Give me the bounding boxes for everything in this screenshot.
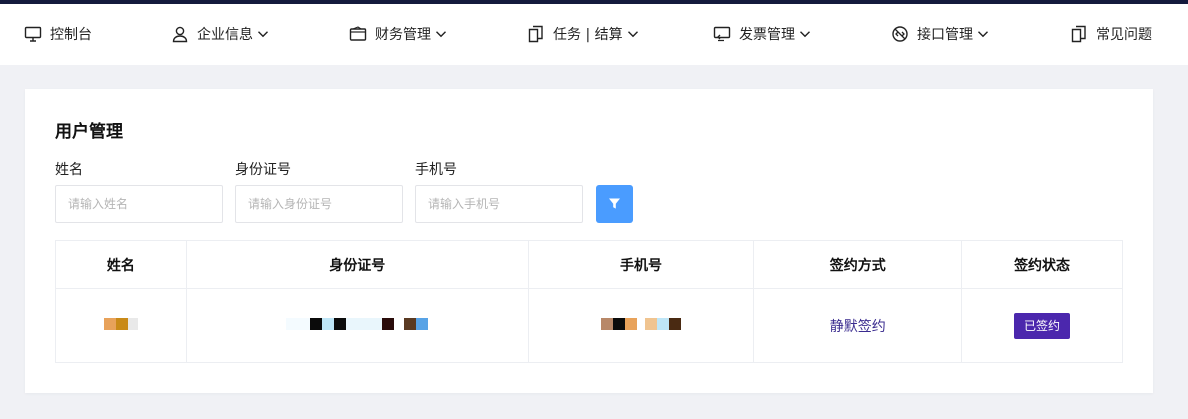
cell-sign-status: 已签约 xyxy=(961,288,1123,363)
chevron-down-icon xyxy=(435,28,447,40)
document-icon xyxy=(527,25,545,43)
faq-icon xyxy=(1070,25,1088,43)
user-icon xyxy=(171,25,189,43)
user-management-card: 用户管理 姓名 身份证号 手机号 姓名 身份证号 手机号 签约方式 签约状态 xyxy=(25,89,1153,393)
chevron-down-icon xyxy=(799,28,811,40)
table-header-row: 姓名 身份证号 手机号 签约方式 签约状态 xyxy=(55,240,1123,289)
nav-item-label: 任务 | 结算 xyxy=(553,27,623,43)
user-table: 姓名 身份证号 手机号 签约方式 签约状态 静默签约 已签约 xyxy=(55,240,1123,363)
phone-filter-label: 手机号 xyxy=(415,162,457,178)
nav-item-faq[interactable]: 常见问题 xyxy=(1070,21,1152,47)
top-navigation: 控制台 企业信息 财务管理 任务 | 结算 发票管理 接口管理 常见问题 xyxy=(0,4,1188,65)
nav-item-finance[interactable]: 财务管理 xyxy=(349,21,447,47)
col-header-sign-status: 签约状态 xyxy=(961,240,1123,289)
page-title: 用户管理 xyxy=(55,122,123,142)
nav-item-label: 财务管理 xyxy=(375,27,431,43)
nav-item-api[interactable]: 接口管理 xyxy=(891,21,989,47)
chevron-down-icon xyxy=(257,28,269,40)
nav-item-label: 接口管理 xyxy=(917,27,973,43)
nav-item-label: 企业信息 xyxy=(197,27,253,43)
col-header-sign-method: 签约方式 xyxy=(753,240,963,289)
chevron-down-icon xyxy=(627,28,639,40)
redacted-name xyxy=(103,317,138,330)
id-number-input[interactable] xyxy=(235,185,403,223)
nav-item-tasks[interactable]: 任务 | 结算 xyxy=(527,21,639,47)
redacted-id-number xyxy=(286,317,429,330)
nav-item-console[interactable]: 控制台 xyxy=(24,21,92,47)
status-badge: 已签约 xyxy=(1014,312,1071,339)
table-row: 静默签约 已签约 xyxy=(55,288,1123,363)
nav-item-invoice[interactable]: 发票管理 xyxy=(713,21,811,47)
invoice-icon xyxy=(713,25,731,43)
nav-item-label: 常见问题 xyxy=(1096,27,1152,43)
cell-phone xyxy=(527,288,755,363)
filter-icon xyxy=(608,195,621,214)
redacted-phone xyxy=(600,317,681,330)
col-header-id-number: 身份证号 xyxy=(185,240,529,289)
name-input[interactable] xyxy=(55,185,223,223)
monitor-icon xyxy=(24,25,42,43)
cell-id-number xyxy=(185,288,529,363)
wallet-icon xyxy=(349,25,367,43)
sign-method-link[interactable]: 静默签约 xyxy=(830,319,886,335)
phone-input[interactable] xyxy=(415,185,583,223)
api-icon xyxy=(891,25,909,43)
id-filter-label: 身份证号 xyxy=(235,162,291,178)
cell-sign-method: 静默签约 xyxy=(753,288,963,363)
name-filter-label: 姓名 xyxy=(55,162,83,178)
filter-button[interactable] xyxy=(596,185,633,223)
cell-name xyxy=(55,288,187,363)
col-header-phone: 手机号 xyxy=(527,240,755,289)
nav-item-label: 发票管理 xyxy=(739,27,795,43)
nav-item-label: 控制台 xyxy=(50,27,92,43)
chevron-down-icon xyxy=(977,28,989,40)
nav-item-company[interactable]: 企业信息 xyxy=(171,21,269,47)
col-header-name: 姓名 xyxy=(55,240,187,289)
